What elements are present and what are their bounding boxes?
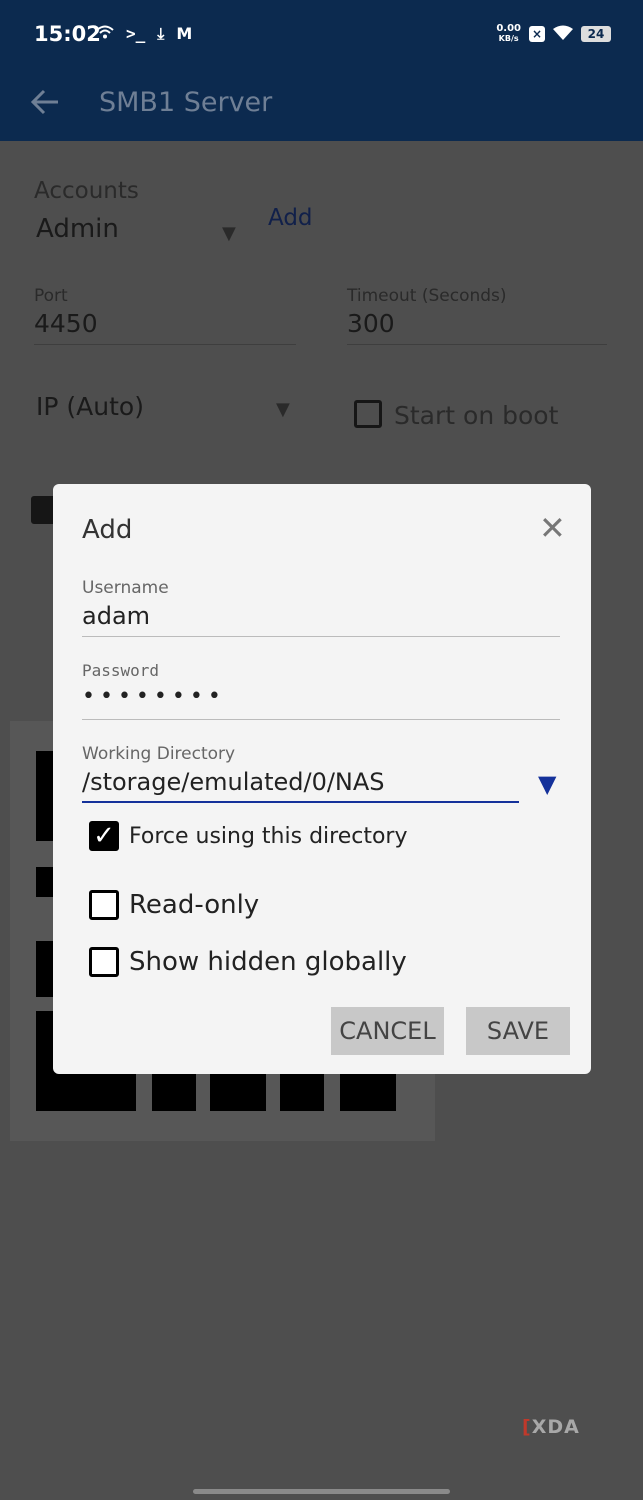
sim-off-icon: ×	[529, 26, 545, 42]
timeout-input[interactable]: 300	[347, 309, 395, 338]
dialog-title: Add	[82, 515, 133, 545]
timeout-label: Timeout (Seconds)	[347, 286, 507, 306]
add-account-dialog: Add ✕ Username adam Password •••••••• Wo…	[53, 484, 591, 1074]
username-input[interactable]: adam	[82, 602, 150, 630]
add-account-link[interactable]: Add	[268, 205, 313, 231]
show-hidden-label: Show hidden globally	[129, 947, 407, 977]
start-on-boot-label: Start on boot	[394, 401, 559, 430]
timeout-underline	[347, 344, 607, 345]
xda-watermark-logo: [XDA	[522, 1416, 580, 1438]
wifi-icon	[96, 24, 114, 44]
port-input[interactable]: 4450	[34, 309, 98, 338]
username-label: Username	[82, 578, 169, 598]
network-speed-unit: KB/s	[498, 34, 519, 43]
ip-select[interactable]: IP (Auto)	[36, 392, 144, 421]
qr-module	[210, 1071, 266, 1111]
password-underline	[82, 719, 560, 720]
port-label: Port	[34, 286, 68, 306]
read-only-checkbox[interactable]	[89, 890, 119, 920]
password-input[interactable]: ••••••••	[82, 684, 226, 709]
show-hidden-checkbox[interactable]	[89, 947, 119, 977]
start-on-boot-checkbox[interactable]	[354, 400, 382, 428]
status-left-icons: >_ ⤓ M	[96, 24, 192, 44]
directory-dropdown-icon[interactable]: ▼	[538, 770, 556, 798]
network-speed-value: 0.00	[496, 23, 521, 34]
wifi-signal-icon	[553, 25, 573, 44]
force-directory-label: Force using this directory	[129, 824, 408, 849]
cancel-button[interactable]: CANCEL	[331, 1007, 444, 1055]
account-dropdown-icon[interactable]: ▼	[222, 223, 236, 244]
download-icon: ⤓	[157, 24, 165, 43]
page-title: SMB1 Server	[99, 87, 273, 118]
xda-logo-text: XDA	[531, 1416, 580, 1438]
close-icon[interactable]: ✕	[539, 512, 566, 544]
status-bar: 15:02 >_ ⤓ M 0.00 KB/s × 24	[0, 0, 643, 70]
qr-module	[340, 1071, 396, 1111]
username-underline	[82, 636, 560, 637]
gmail-icon: M	[176, 24, 193, 43]
back-arrow-icon[interactable]	[30, 86, 60, 126]
network-speed: 0.00 KB/s	[496, 24, 521, 44]
read-only-label: Read-only	[129, 890, 260, 920]
ip-dropdown-icon[interactable]: ▼	[276, 399, 290, 420]
port-underline	[34, 344, 296, 345]
qr-module	[280, 1071, 324, 1111]
terminal-icon: >_	[126, 24, 146, 43]
accounts-label: Accounts	[34, 178, 139, 204]
status-time: 15:02	[34, 22, 101, 46]
qr-module	[152, 1071, 196, 1111]
save-button[interactable]: SAVE	[466, 1007, 570, 1055]
password-label: Password	[82, 661, 160, 680]
working-directory-underline	[82, 801, 519, 803]
battery-icon: 24	[581, 26, 611, 42]
account-select[interactable]: Admin	[36, 214, 119, 244]
working-directory-input[interactable]: /storage/emulated/0/NAS	[82, 768, 385, 796]
working-directory-label: Working Directory	[82, 744, 236, 764]
status-right-icons: 0.00 KB/s × 24	[496, 24, 611, 44]
app-bar: SMB1 Server	[0, 70, 643, 141]
force-directory-checkbox[interactable]: ✓	[89, 821, 119, 851]
gesture-home-bar[interactable]	[193, 1489, 450, 1494]
